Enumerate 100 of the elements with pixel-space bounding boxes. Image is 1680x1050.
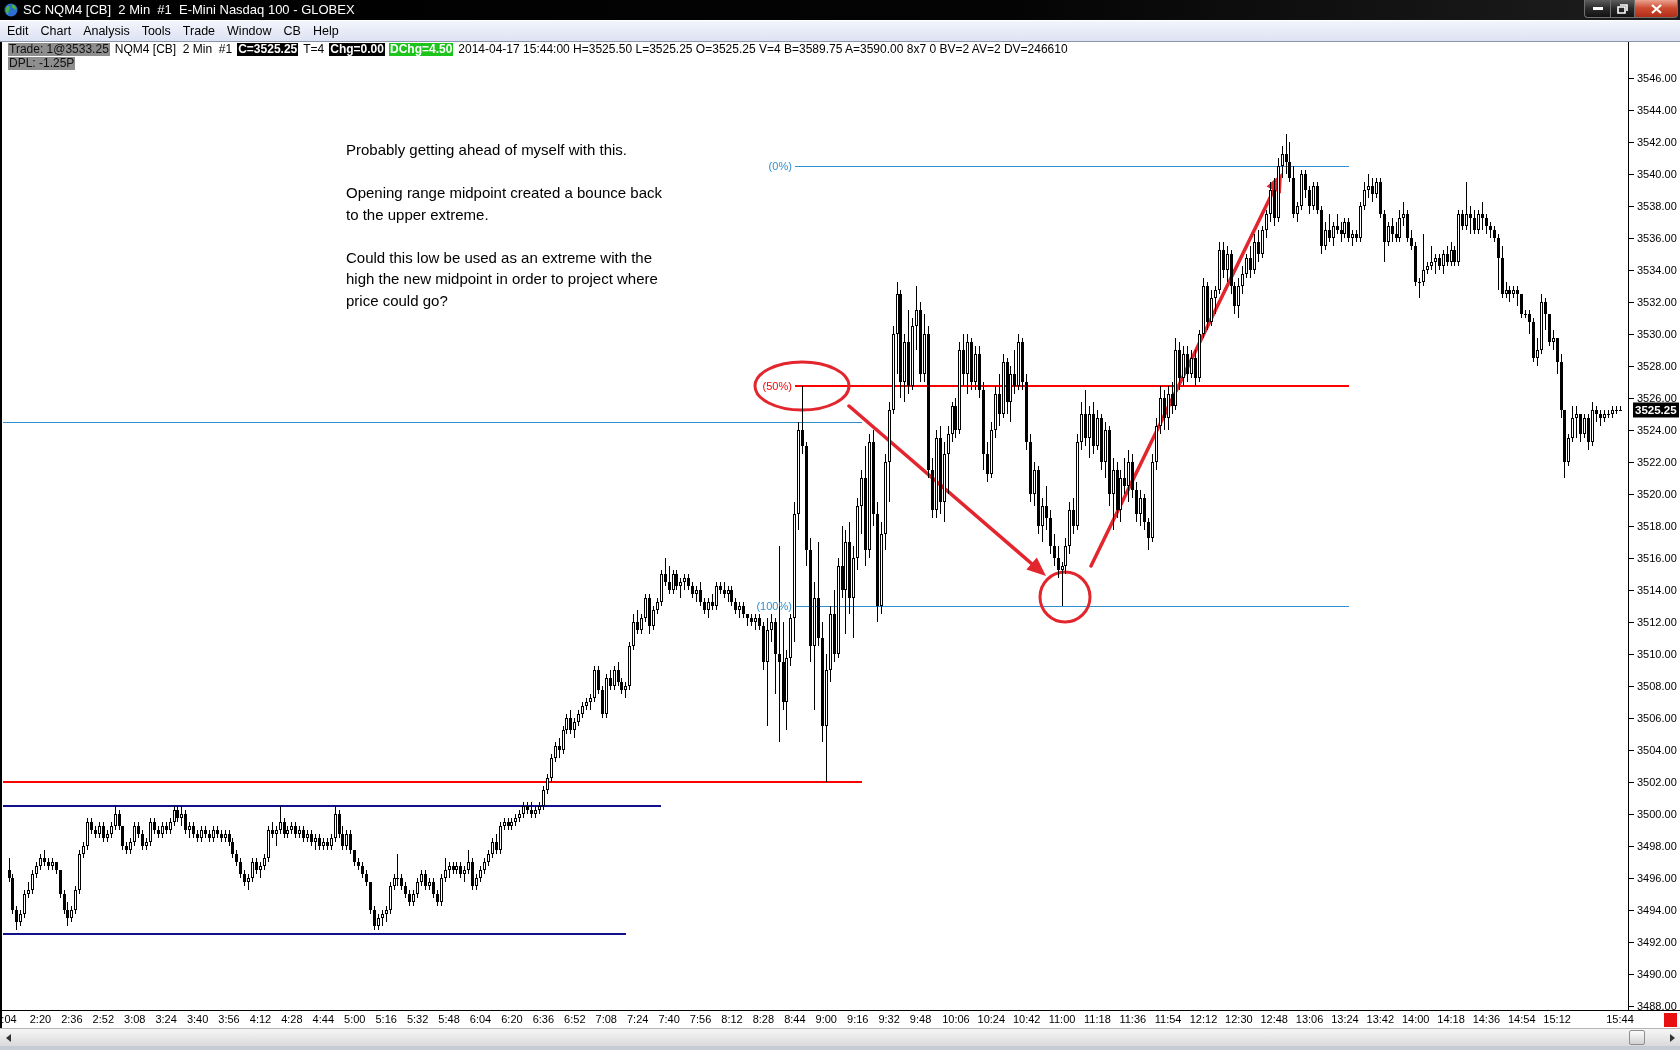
time-axis-label: 10:42 xyxy=(1012,1013,1041,1025)
annotation-text: Could this low be used as an extreme with the high the new midpoint in order to project where price could go? xyxy=(346,247,659,311)
fib-level-label: (0%) xyxy=(768,160,792,172)
restore-button[interactable] xyxy=(1610,0,1635,18)
time-axis-label: 11:18 xyxy=(1084,1013,1111,1025)
time-axis-label: 13:24 xyxy=(1331,1013,1359,1025)
time-axis-label: 5:16 xyxy=(375,1013,397,1025)
close-icon xyxy=(1650,3,1662,14)
price-axis-label: 3514.00 xyxy=(1637,584,1677,596)
time-axis-label: 12:48 xyxy=(1260,1013,1288,1025)
time-axis-label: 9:32 xyxy=(878,1013,900,1025)
chart-info-text: 2014-04-17 15:44:00 H=3525.50 L=3525.25 O=3525.25 V=4 B=3589.75 A=3590.00 8x7 0 BV=2 AV=2 DV=246610 xyxy=(457,43,1069,56)
time-axis-label: 7:40 xyxy=(658,1013,680,1025)
price-axis-label: 3494.00 xyxy=(1637,904,1677,916)
time-axis-label: 8:28 xyxy=(752,1013,775,1025)
right-arrow-icon xyxy=(1669,1033,1675,1042)
close-button[interactable] xyxy=(1635,0,1678,18)
annotation-text: Probably getting ahead of myself with this. xyxy=(346,140,628,160)
price-axis-label: 3510.00 xyxy=(1637,648,1677,660)
price-axis-label: 3532.00 xyxy=(1637,296,1677,308)
window-title: SC NQM4 [CB] 2 Min #1 E-Mini Nasdaq 100 - GLOBEX xyxy=(23,2,355,18)
time-axis-label: 10:24 xyxy=(977,1013,1006,1025)
chart-info-text: Trade: 1@3533.25 xyxy=(8,43,110,56)
menu-item[interactable]: Tools xyxy=(135,22,177,40)
time-axis-label: 7:24 xyxy=(626,1013,649,1025)
time-axis-label: 3:56 xyxy=(218,1013,240,1025)
price-axis-label: 3518.00 xyxy=(1637,520,1677,532)
scrollbar-thumb[interactable] xyxy=(1629,1030,1645,1045)
chart-info-text: DChg=4.50 xyxy=(388,43,454,56)
price-axis-label: 3516.00 xyxy=(1637,552,1677,564)
time-axis-label: 2:52 xyxy=(92,1013,114,1025)
price-axis-label: 3546.00 xyxy=(1637,72,1677,84)
time-axis-label: :04 xyxy=(1,1013,17,1025)
time-axis-label: 14:18 xyxy=(1437,1013,1465,1025)
circle-annotation xyxy=(1038,570,1092,624)
time-axis-label: 7:08 xyxy=(595,1013,617,1025)
price-axis-label: 3538.00 xyxy=(1637,200,1677,212)
time-axis-label: 14:36 xyxy=(1472,1013,1501,1025)
price-axis-label: 3544.00 xyxy=(1637,104,1677,116)
time-axis-label: 6:36 xyxy=(532,1013,555,1025)
price-axis-label: 3506.00 xyxy=(1637,712,1677,724)
menu-item[interactable]: Analysis xyxy=(77,22,136,40)
time-axis-label: 3:24 xyxy=(155,1013,177,1025)
price-axis-label: 3536.00 xyxy=(1637,232,1677,244)
time-axis-label: 5:00 xyxy=(344,1013,366,1025)
time-axis-label: 9:00 xyxy=(815,1013,837,1025)
annotation-text: Opening range midpoint created a bounce back to the upper extreme. xyxy=(346,183,663,225)
time-axis-label: 4:28 xyxy=(281,1013,303,1025)
time-axis-label: 6:04 xyxy=(469,1013,492,1025)
price-axis-label: 3498.00 xyxy=(1637,840,1677,852)
time-axis-label: 15:44 xyxy=(1606,1013,1634,1025)
restore-icon xyxy=(1617,3,1628,14)
time-axis-label: 11:54 xyxy=(1154,1013,1182,1025)
time-axis-label: 9:48 xyxy=(909,1013,932,1025)
price-axis-label: 3492.00 xyxy=(1637,936,1677,948)
price-axis-label: 3540.00 xyxy=(1637,168,1677,180)
price-axis-label: 3528.00 xyxy=(1637,360,1677,372)
time-axis-label: 8:44 xyxy=(784,1013,806,1025)
time-axis-label: 14:00 xyxy=(1401,1013,1430,1025)
menu-item[interactable]: Chart xyxy=(34,22,78,40)
minimize-icon xyxy=(1592,7,1603,10)
time-axis-label: 4:44 xyxy=(312,1013,335,1025)
menu-item[interactable]: Edit xyxy=(1,22,35,40)
time-axis-label: 11:00 xyxy=(1048,1013,1076,1025)
time-axis-label: 8:12 xyxy=(721,1013,743,1025)
price-axis-label: 3522.00 xyxy=(1637,456,1677,468)
time-axis-label: 2:36 xyxy=(61,1013,83,1025)
chart-info-text: Chg=0.00 xyxy=(329,43,385,56)
time-axis-label: 7:56 xyxy=(689,1013,712,1025)
time-axis-label: 6:52 xyxy=(564,1013,586,1025)
chart-info-text: T=4 xyxy=(302,43,326,56)
chart-info-text: NQM4 [CB] 2 Min #1 xyxy=(113,43,234,56)
price-axis-label: 3490.00 xyxy=(1637,968,1677,980)
price-axis-label: 3524.00 xyxy=(1637,424,1677,436)
menu-item[interactable]: Trade xyxy=(176,22,222,40)
menu-item[interactable]: Help xyxy=(306,22,345,40)
price-axis-label: 3508.00 xyxy=(1637,680,1677,692)
time-axis-label: 12:30 xyxy=(1225,1013,1253,1025)
time-axis-label: 5:32 xyxy=(406,1013,429,1025)
time-axis-label: 4:12 xyxy=(249,1013,272,1025)
last-price-label: 3525.25 xyxy=(1633,402,1679,418)
horizontal-scrollbar[interactable] xyxy=(0,1028,1680,1046)
fib-level-label: (50%) xyxy=(762,380,792,392)
time-axis-label: 9:16 xyxy=(847,1013,869,1025)
time-axis-label: 14:54 xyxy=(1508,1013,1536,1025)
time-axis-label: 2:20 xyxy=(29,1013,52,1025)
left-arrow-icon xyxy=(5,1033,11,1042)
menu-item[interactable]: Window xyxy=(221,22,278,40)
menu-item[interactable]: CB xyxy=(277,22,307,40)
minimize-button[interactable] xyxy=(1584,0,1610,18)
price-axis-label: 3526.00 xyxy=(1637,392,1677,404)
time-axis-label: 11:36 xyxy=(1119,1013,1147,1025)
price-axis-label: 3488.00 xyxy=(1637,1000,1677,1012)
price-axis-label: 3502.00 xyxy=(1637,776,1677,788)
time-axis-label: 13:06 xyxy=(1295,1013,1324,1025)
price-axis-label: 3512.00 xyxy=(1637,616,1677,628)
time-axis-label: 3:40 xyxy=(186,1013,209,1025)
time-axis-label: 15:12 xyxy=(1543,1013,1571,1025)
price-axis-label: 3496.00 xyxy=(1637,872,1677,884)
status-square-icon xyxy=(1664,1013,1677,1027)
